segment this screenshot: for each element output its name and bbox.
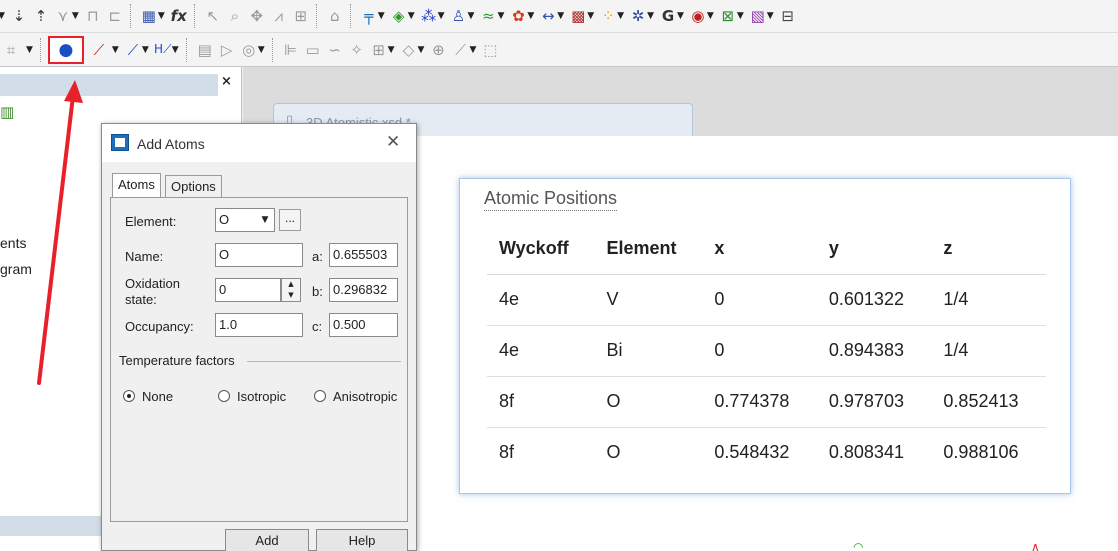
annotation-arrow — [37, 80, 83, 385]
